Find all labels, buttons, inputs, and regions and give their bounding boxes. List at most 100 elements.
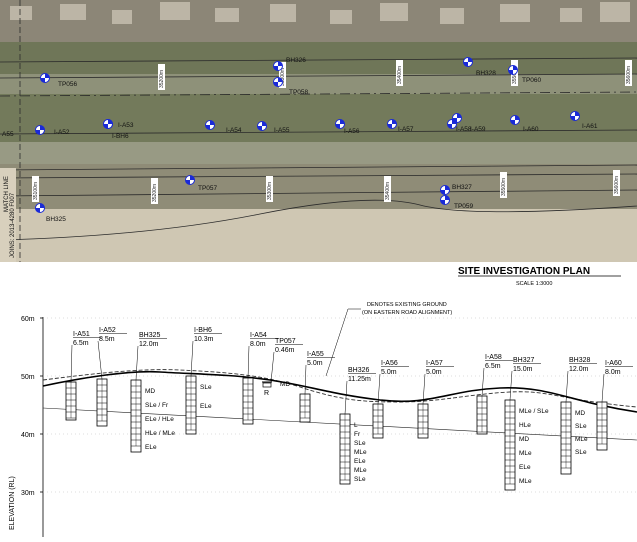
probe-label: TP060 xyxy=(522,77,542,84)
chainage-35600: 35600m xyxy=(626,66,632,84)
borehole-depth: 8.0m xyxy=(605,369,621,376)
y-axis-label: ELEVATION (RL) xyxy=(9,476,16,530)
chainage-35500-lower: 35500m xyxy=(501,178,507,196)
site-plan-aerial: 35200m 35300m 35400m 35500m 35600m 35100… xyxy=(0,0,637,262)
borehole-name: I-A54 xyxy=(250,332,267,339)
borehole-name: I-BH6 xyxy=(194,327,212,334)
probe-label: I-A55 xyxy=(274,127,290,134)
stratum-label: MLe xyxy=(519,478,532,485)
stratum-label: ELe xyxy=(519,464,531,471)
y-tick-30: 30m xyxy=(21,490,637,497)
borehole-name: I-A57 xyxy=(426,360,443,367)
stratum-label: SLe xyxy=(575,449,587,456)
probe-label: I-A56 xyxy=(344,128,360,135)
stratum-label: MLe xyxy=(354,449,367,456)
borehole-i-a51: I-A51 6.5m xyxy=(65,331,101,421)
borehole-i-a55: I-A55 5.0m xyxy=(299,351,335,423)
borehole-name: TP057 xyxy=(275,338,296,345)
svg-text:50m: 50m xyxy=(21,374,35,381)
rock-symbol: R xyxy=(264,390,269,397)
chainage-35400-lower: 35400m xyxy=(385,182,391,200)
embankment xyxy=(0,164,637,209)
section-title: SITE INVESTIGATION PLAN xyxy=(458,266,590,277)
match-line-block: MATCH LINE JOINS: 2013-4280 F007 xyxy=(0,168,16,262)
borehole-name: BH328 xyxy=(569,357,591,364)
probe-label: I-A57 xyxy=(398,126,414,133)
probe-label: I-A61 xyxy=(582,123,598,130)
annotation-eastern-road: (ON EASTERN ROAD ALIGNMENT) xyxy=(362,310,452,316)
borehole-name: I-A60 xyxy=(605,360,622,367)
svg-text:40m: 40m xyxy=(21,432,35,439)
stratum-label: MLe / SLe xyxy=(519,408,549,415)
borehole-depth: 12.0m xyxy=(139,341,159,348)
borehole-bh325: BH325 12.0m MD SLe / Fr ELe / HLe HLe / MLe EL… xyxy=(130,332,175,453)
probe-label: BH325 xyxy=(46,216,66,223)
probe-label: A55 xyxy=(2,131,14,138)
section-scale: SCALE 1:3000 xyxy=(516,281,552,287)
chainage-35400: 35400m xyxy=(397,66,403,84)
borehole-depth: 10.3m xyxy=(194,336,214,343)
chainage-35300-lower: 35300m xyxy=(267,182,273,200)
borehole-depth: 12.0m xyxy=(569,366,589,373)
probe-label: I-A52 xyxy=(54,129,70,136)
stratum-label: MLe xyxy=(354,467,367,474)
stratum-label: MD xyxy=(519,436,529,443)
chainage-35200: 35200m xyxy=(159,70,165,88)
probe-label: BH328 xyxy=(476,70,496,77)
stratum-label: ELe xyxy=(354,458,366,465)
road-lower xyxy=(0,142,637,164)
borehole-depth: 11.25m xyxy=(348,376,371,383)
chainage-35600-lower: 35600m xyxy=(614,176,620,194)
residential-area xyxy=(0,0,637,42)
stratum-label: SLe xyxy=(200,384,212,391)
y-tick-50: 50m xyxy=(21,374,637,381)
borehole-i-a52: I-A52 8.5m xyxy=(96,327,127,427)
borehole-name: I-A52 xyxy=(99,327,116,334)
stratum-label: ELe / HLe xyxy=(145,416,174,423)
borehole-name: I-A55 xyxy=(307,351,324,358)
site-investigation-section: SITE INVESTIGATION PLAN SCALE 1:3000 ELE… xyxy=(0,262,637,537)
stratum-label: MD xyxy=(145,388,155,395)
probe-label: TP057 xyxy=(198,185,218,192)
annotation-leader xyxy=(325,308,349,377)
probe-label: I-A59 xyxy=(470,126,486,133)
stratum-label: Fr xyxy=(354,431,361,438)
borehole-name: BH327 xyxy=(513,357,535,364)
probe-label: I-BH6 xyxy=(112,133,129,140)
borehole-depth: 5.0m xyxy=(307,360,323,367)
stratum-label: ELe xyxy=(200,403,212,410)
borehole-depth: 0.46m xyxy=(275,347,295,354)
borehole-name: I-A51 xyxy=(73,331,90,338)
borehole-depth: 5.0m xyxy=(381,369,397,376)
stratum-label: SLe xyxy=(575,423,587,430)
probe-label: BH327 xyxy=(452,184,472,191)
stratum-label: ELe xyxy=(145,444,157,451)
borehole-depth: 15.0m xyxy=(513,366,533,373)
probe-label: TP056 xyxy=(58,81,78,88)
probe-label: BH326 xyxy=(286,57,306,64)
probe-label: TP059 xyxy=(454,203,474,210)
stratum-label: MLe xyxy=(519,450,532,457)
probe-label: TP058 xyxy=(289,89,309,96)
stratum-label: HLe xyxy=(519,422,531,429)
borehole-name: I-A56 xyxy=(381,360,398,367)
joins-label: JOINS: 2013-4280 F007 xyxy=(10,192,16,258)
borehole-logs: I-A51 6.5m I-A52 8.5m BH325 12.0m MD SLe / Fr EL… xyxy=(65,327,633,491)
stratum-label: MLe xyxy=(575,436,588,443)
borehole-bh328: BH328 12.0m MD SLe MLe SLe xyxy=(560,357,597,475)
chainage-35100-lower: 35100m xyxy=(33,182,39,200)
borehole-i-bh6: I-BH6 10.3m SLe ELe xyxy=(185,327,222,435)
borehole-i-a56: I-A56 5.0m xyxy=(372,360,409,439)
site-plan-svg: 35200m 35300m 35400m 35500m 35600m 35100… xyxy=(0,0,637,262)
borehole-depth: 8.0m xyxy=(250,341,266,348)
borehole-depth: 6.5m xyxy=(485,363,501,370)
probe-marker-a55: A55 xyxy=(2,131,14,138)
y-tick-40: 40m xyxy=(21,432,637,439)
probe-label: I-A60 xyxy=(523,126,539,133)
y-ticks: 60m 50m 40m 30m xyxy=(21,316,637,497)
chainage-35200-lower: 35200m xyxy=(152,184,158,202)
probe-label: I-A53 xyxy=(118,122,134,129)
stratum-label: L xyxy=(354,422,358,429)
svg-text:30m: 30m xyxy=(21,490,35,497)
section-svg: SITE INVESTIGATION PLAN SCALE 1:3000 ELE… xyxy=(9,266,637,537)
